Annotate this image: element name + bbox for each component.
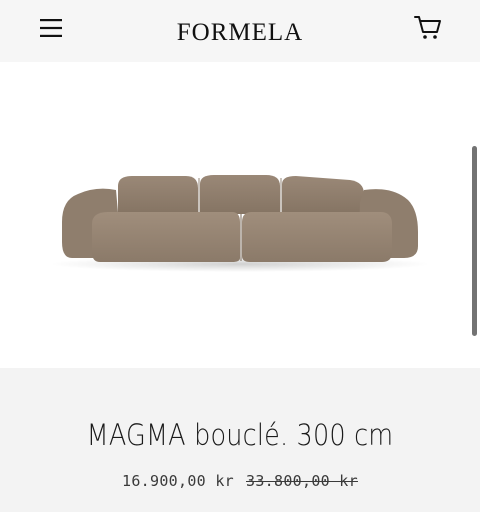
sofa-image: [50, 175, 430, 272]
menu-button[interactable]: [30, 13, 74, 43]
hamburger-menu-icon: [40, 19, 62, 37]
shopping-cart-icon: [414, 16, 441, 39]
product-image-area[interactable]: [0, 62, 480, 368]
product-title: MAGMA bouclé. 300 cm: [86, 418, 394, 452]
brand-logo[interactable]: FORMELA: [177, 20, 303, 45]
price-row: 16.900,00 kr 33.800,00 kr: [0, 472, 480, 490]
scrollbar[interactable]: [472, 146, 477, 336]
cart-button[interactable]: [410, 10, 446, 46]
sale-price: 16.900,00 kr: [122, 472, 234, 490]
top-navigation-bar: FORMELA: [0, 0, 480, 62]
original-price: 33.800,00 kr: [246, 472, 358, 490]
product-info: MAGMA bouclé. 300 cm 16.900,00 kr 33.800,…: [0, 368, 480, 512]
